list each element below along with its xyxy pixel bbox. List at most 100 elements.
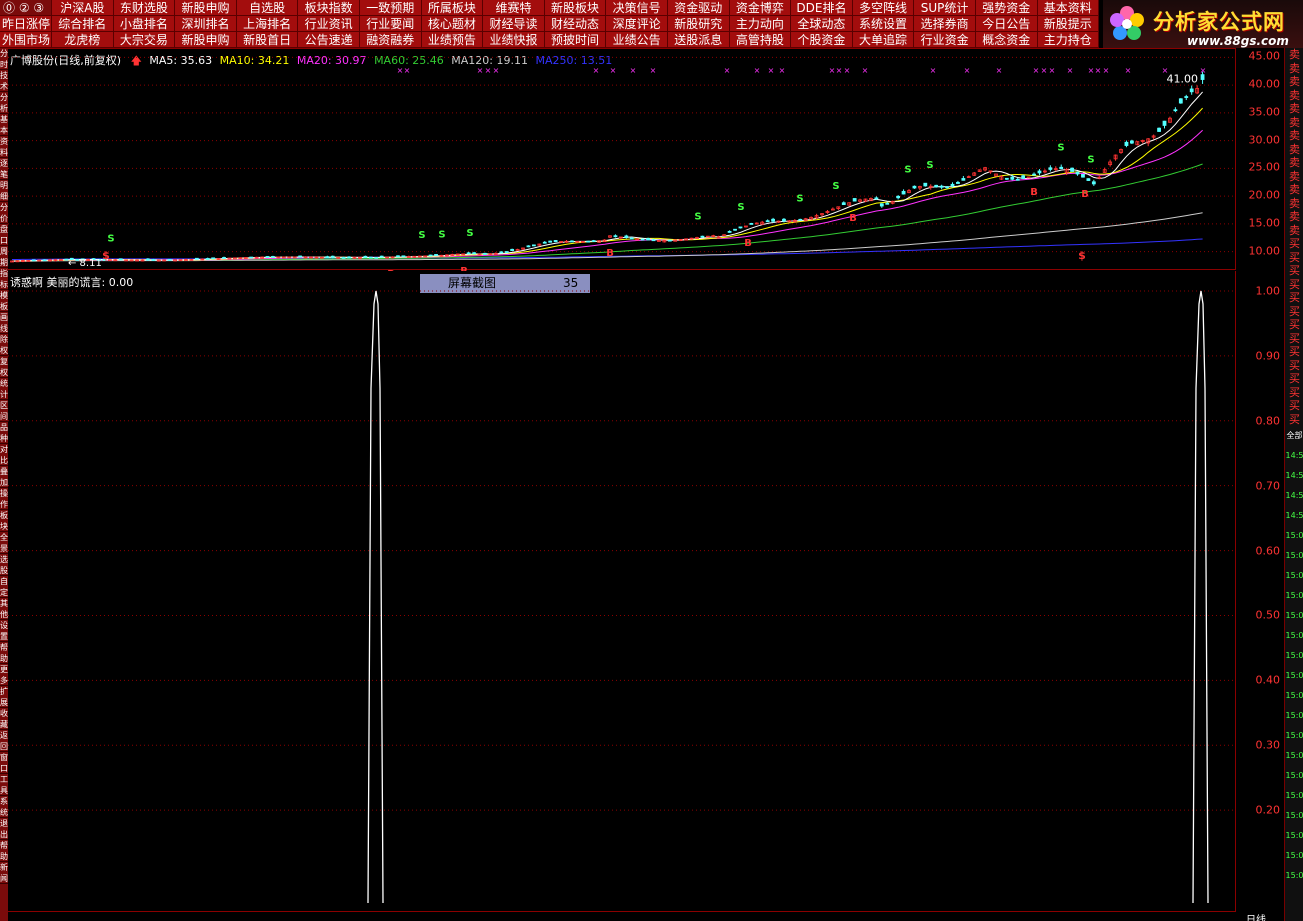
menu-item[interactable]: 基本资料 (1037, 0, 1100, 16)
candle-body (1129, 140, 1134, 144)
left-tab[interactable]: 分析 (0, 92, 8, 114)
left-tab[interactable]: 全景 (0, 532, 8, 554)
menu-item[interactable]: 个股资金 (791, 32, 853, 48)
menu-item[interactable]: 主力动向 (729, 16, 792, 32)
left-tab[interactable]: 逐笔 (0, 158, 8, 180)
menu-item[interactable]: 选择券商 (914, 16, 976, 32)
left-tab[interactable]: 板块 (0, 510, 8, 532)
left-tab[interactable]: 区间 (0, 400, 8, 422)
left-tab[interactable]: 退出 (0, 818, 8, 840)
left-tab[interactable]: 明细 (0, 180, 8, 202)
left-tab[interactable]: 帮助 (0, 642, 8, 664)
menu-item-foreign-market[interactable]: 外围市场 (0, 32, 52, 48)
menu-item[interactable]: 大单追踪 (852, 32, 915, 48)
left-tab[interactable]: 扩展 (0, 686, 8, 708)
menu-item[interactable]: 新股申购 (175, 0, 237, 16)
left-tab[interactable]: 其他 (0, 598, 8, 620)
menu-item[interactable]: 送股派息 (667, 32, 730, 48)
brand-url[interactable]: www.88gs.com (1187, 34, 1289, 48)
menu-item[interactable]: 自选股 (236, 0, 299, 16)
menu-item[interactable]: 资金驱动 (667, 0, 730, 16)
kline-chart[interactable]: SSSSSSSSSSSSBBBBBBB$$×××××××××××××××××××… (8, 49, 1236, 271)
menu-item[interactable]: 行业资金 (914, 32, 976, 48)
menu-item[interactable]: 新股首日 (236, 32, 299, 48)
menu-item[interactable]: 新股提示 (1037, 16, 1100, 32)
menu-item[interactable]: 大宗交易 (113, 32, 176, 48)
menu-item[interactable]: 综合排名 (52, 16, 114, 32)
menu-item[interactable]: 上海排名 (236, 16, 299, 32)
left-tab[interactable]: 除权 (0, 334, 8, 356)
nav-buttons[interactable]: ⓪ ② ③ (0, 0, 52, 16)
menu-item[interactable]: 今日公告 (975, 16, 1038, 32)
menu-item[interactable]: 多空阵线 (852, 0, 915, 16)
menu-item[interactable]: 高管持股 (729, 32, 792, 48)
left-tab[interactable]: 资料 (0, 136, 8, 158)
candle-body (771, 218, 775, 222)
menu-item[interactable]: 财经动态 (544, 16, 607, 32)
menu-item[interactable]: 深圳排名 (175, 16, 237, 32)
menu-item-limit-up[interactable]: 昨日涨停 (0, 16, 52, 32)
menu-item[interactable]: 全球动态 (791, 16, 853, 32)
menu-item[interactable]: 深度评论 (606, 16, 668, 32)
menu-item[interactable]: 行业资讯 (298, 16, 360, 32)
indicator-panel[interactable] (8, 271, 1236, 911)
menu-item[interactable]: 强势资金 (975, 0, 1038, 16)
left-tab[interactable]: 对比 (0, 444, 8, 466)
menu-item[interactable]: 龙虎榜 (52, 32, 114, 48)
left-tab[interactable]: 新闻 (0, 862, 8, 884)
indicator-chart[interactable] (8, 271, 1236, 911)
left-tab[interactable]: 模板 (0, 290, 8, 312)
left-tab[interactable]: 复权 (0, 356, 8, 378)
menu-item[interactable]: SUP统计 (914, 0, 976, 16)
left-tab[interactable]: 收藏 (0, 708, 8, 730)
menu-item[interactable]: 沪深A股 (52, 0, 114, 16)
left-tab[interactable]: 统计 (0, 378, 8, 400)
menu-item[interactable]: 核心题材 (421, 16, 484, 32)
menu-item[interactable]: 新股研究 (667, 16, 730, 32)
menu-item[interactable]: 小盘排名 (113, 16, 176, 32)
left-tab[interactable]: 选股 (0, 554, 8, 576)
left-tab[interactable]: 系统 (0, 796, 8, 818)
left-tab[interactable]: 基本 (0, 114, 8, 136)
left-tab[interactable]: 窗口 (0, 752, 8, 774)
menu-item[interactable]: 业绩公告 (606, 32, 668, 48)
menu-item[interactable]: 业绩快报 (483, 32, 545, 48)
left-tab[interactable]: 品种 (0, 422, 8, 444)
left-tab[interactable]: 周期 (0, 246, 8, 268)
menu-item[interactable]: 所属板块 (421, 0, 484, 16)
menu-item[interactable]: 板块指数 (298, 0, 360, 16)
left-tab[interactable]: 盘口 (0, 224, 8, 246)
left-tab[interactable]: 自定 (0, 576, 8, 598)
left-tab[interactable]: 工具 (0, 774, 8, 796)
menu-item[interactable]: 东财选股 (113, 0, 176, 16)
left-tab[interactable]: 技术 (0, 70, 8, 92)
menu-item[interactable]: 资金博弈 (729, 0, 792, 16)
menu-item[interactable]: 主力持仓 (1037, 32, 1100, 48)
left-tab[interactable]: 设置 (0, 620, 8, 642)
menu-item[interactable]: 行业要闻 (359, 16, 422, 32)
menu-item[interactable]: 财经导读 (483, 16, 545, 32)
menu-item[interactable]: 系统设置 (852, 16, 915, 32)
left-tab[interactable]: 更多 (0, 664, 8, 686)
tab-all[interactable]: 全部 (1285, 426, 1303, 446)
menu-item[interactable]: 概念资金 (975, 32, 1038, 48)
menu-item[interactable]: 新股板块 (544, 0, 607, 16)
menu-item[interactable]: 融资融券 (359, 32, 422, 48)
left-tab[interactable]: 指标 (0, 268, 8, 290)
left-tab[interactable]: 帮助 (0, 840, 8, 862)
menu-item[interactable]: 决策信号 (606, 0, 668, 16)
left-tab[interactable]: 分时 (0, 48, 8, 70)
kline-panel[interactable]: 广博股份(日线,前复权) 🡅 MA5: 35.63 MA10: 34.21 MA… (8, 48, 1236, 271)
menu-item[interactable]: 公告速递 (298, 32, 360, 48)
menu-item[interactable]: 新股申购 (175, 32, 237, 48)
left-tab[interactable]: 分价 (0, 202, 8, 224)
menu-item[interactable]: 一致预期 (359, 0, 422, 16)
left-tab[interactable]: 叠加 (0, 466, 8, 488)
menu-item[interactable]: DDE排名 (791, 0, 853, 16)
left-tab[interactable]: 画线 (0, 312, 8, 334)
menu-item[interactable]: 业绩预告 (421, 32, 484, 48)
left-tab[interactable]: 返回 (0, 730, 8, 752)
left-tab[interactable]: 操作 (0, 488, 8, 510)
menu-item[interactable]: 预披时间 (544, 32, 607, 48)
menu-item[interactable]: 维赛特 (483, 0, 545, 16)
